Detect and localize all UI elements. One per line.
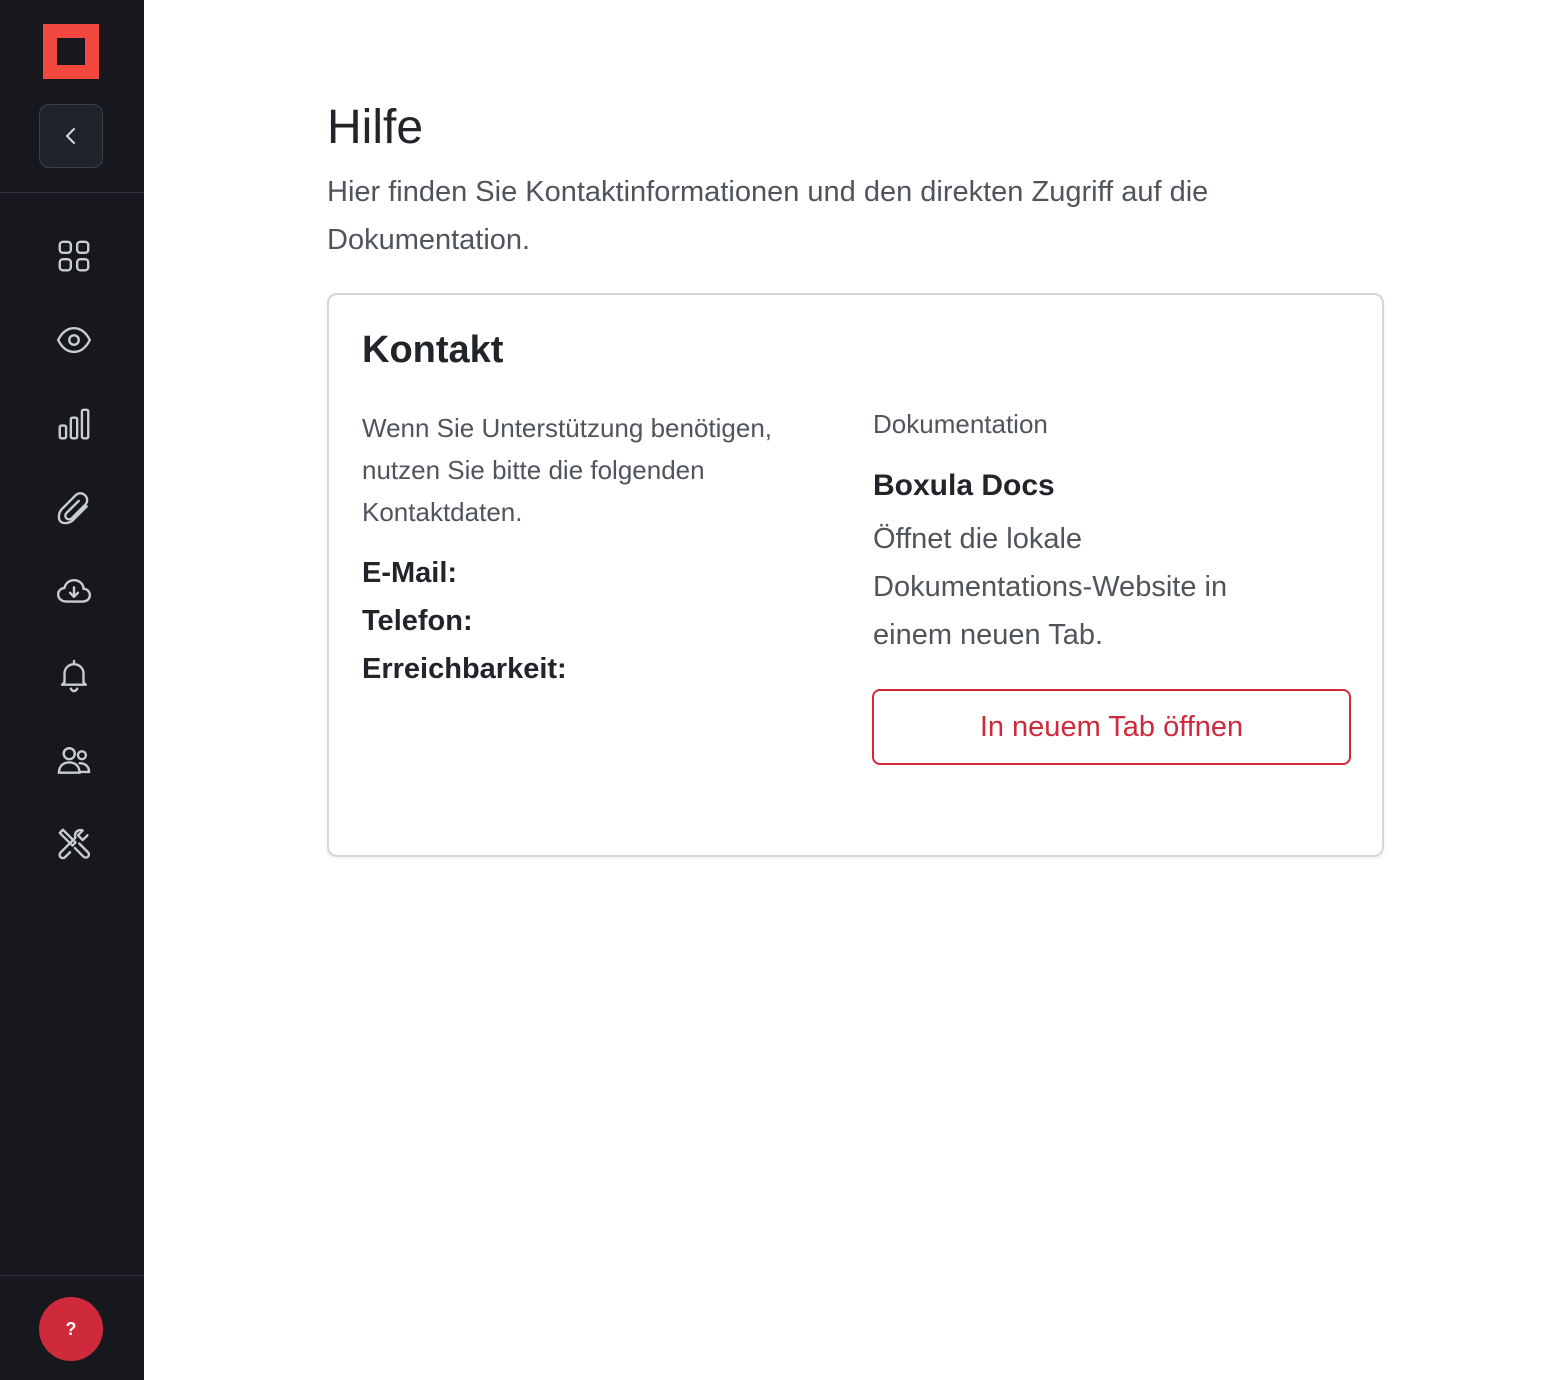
nav-item-dashboard[interactable] xyxy=(50,232,98,280)
cloud-download-icon xyxy=(56,578,92,603)
main-content: Hilfe Hier finden Sie Kontaktinformation… xyxy=(144,0,1568,1380)
nav-item-downloads[interactable] xyxy=(50,568,98,616)
documentation-title: Boxula Docs xyxy=(873,469,1055,502)
documentation-description: Öffnet die lokale Dokumentations-Website… xyxy=(873,523,1228,651)
contact-card: Kontakt Wenn Sie Unterstützung benötigen… xyxy=(327,293,1384,857)
users-icon xyxy=(57,746,91,774)
open-in-new-tab-button[interactable]: In neuem Tab öffnen xyxy=(872,689,1351,765)
eye-icon xyxy=(56,326,92,354)
tools-icon xyxy=(58,828,91,860)
sidebar: ? xyxy=(0,0,144,1380)
grid-icon xyxy=(58,240,90,272)
phone-label: Telefon: xyxy=(362,605,473,637)
documentation-section-label: Dokumentation xyxy=(873,409,1048,439)
card-title: Kontakt xyxy=(362,329,504,371)
nav-item-attachments[interactable] xyxy=(50,484,98,532)
availability-label: Erreichbarkeit: xyxy=(362,653,567,685)
bell-icon xyxy=(60,659,88,693)
paperclip-icon xyxy=(57,492,89,525)
app-logo[interactable] xyxy=(43,24,99,79)
collapse-sidebar-button[interactable] xyxy=(39,104,103,168)
contact-intro: Wenn Sie Unterstützung benötigen, nutzen… xyxy=(362,413,773,527)
nav-item-tools[interactable] xyxy=(50,820,98,868)
nav-item-users[interactable] xyxy=(50,736,98,784)
help-button[interactable]: ? xyxy=(39,1297,103,1361)
bar-chart-icon xyxy=(58,408,90,440)
email-label: E-Mail: xyxy=(362,557,458,589)
chevron-left-icon xyxy=(66,128,75,144)
nav-item-monitoring[interactable] xyxy=(50,316,98,364)
page-subtitle: Hier finden Sie Kontaktinformationen und… xyxy=(327,176,1209,256)
sidebar-divider-bottom xyxy=(0,1275,144,1276)
page-title: Hilfe xyxy=(327,101,424,154)
nav-item-notifications[interactable] xyxy=(50,652,98,700)
nav-item-statistics[interactable] xyxy=(50,400,98,448)
sidebar-divider xyxy=(0,192,144,193)
